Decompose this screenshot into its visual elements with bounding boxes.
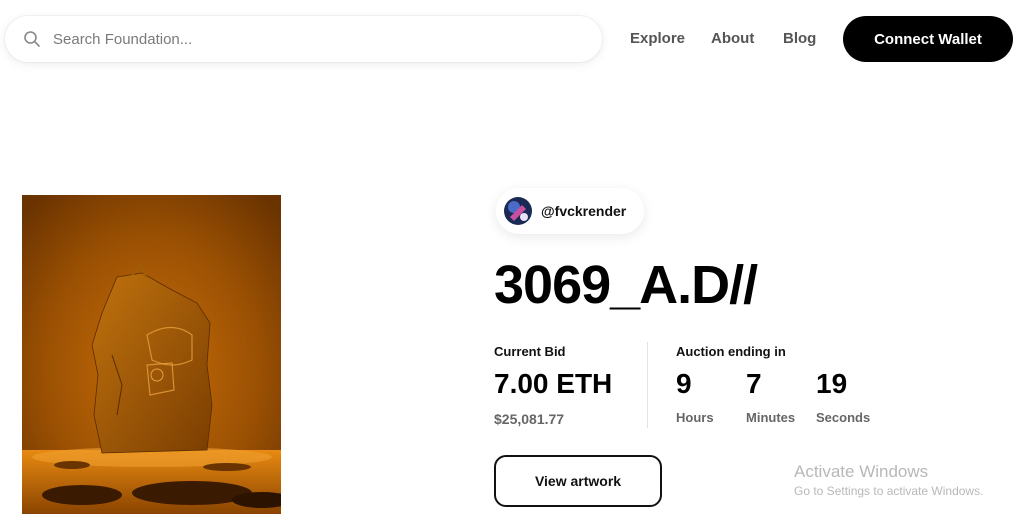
nav-about[interactable]: About (711, 30, 754, 47)
countdown-minutes-value: 7 (746, 368, 762, 399)
search-input[interactable] (51, 29, 575, 49)
connect-wallet-button[interactable]: Connect Wallet (843, 16, 1013, 62)
avatar (504, 197, 532, 225)
nav-explore[interactable]: Explore (630, 30, 685, 47)
countdown-hours-unit: Hours (676, 410, 714, 425)
search-icon (23, 30, 41, 48)
current-bid-usd: $25,081.77 (494, 411, 565, 427)
countdown-seconds-value: 19 (816, 368, 848, 399)
countdown-seconds-unit: Seconds (816, 410, 871, 425)
creator-chip[interactable]: @fvckrender (496, 188, 645, 234)
artwork-image[interactable] (22, 195, 281, 514)
artwork-title: 3069_A.D// (494, 255, 758, 315)
search-bar[interactable] (5, 16, 602, 62)
view-artwork-button[interactable]: View artwork (494, 455, 662, 507)
divider (647, 342, 648, 428)
activate-windows-title: Activate Windows (794, 462, 929, 481)
countdown-minutes-unit: Minutes (746, 410, 796, 425)
activate-windows-subtitle: Go to Settings to activate Windows. (794, 484, 984, 498)
nav-blog[interactable]: Blog (783, 30, 816, 47)
current-bid-amount: 7.00 ETH (494, 368, 613, 399)
countdown-hours-value: 9 (676, 368, 692, 399)
creator-handle: @fvckrender (541, 203, 627, 219)
current-bid-label: Current Bid (494, 344, 566, 359)
auction-ending-label: Auction ending in (676, 344, 786, 359)
